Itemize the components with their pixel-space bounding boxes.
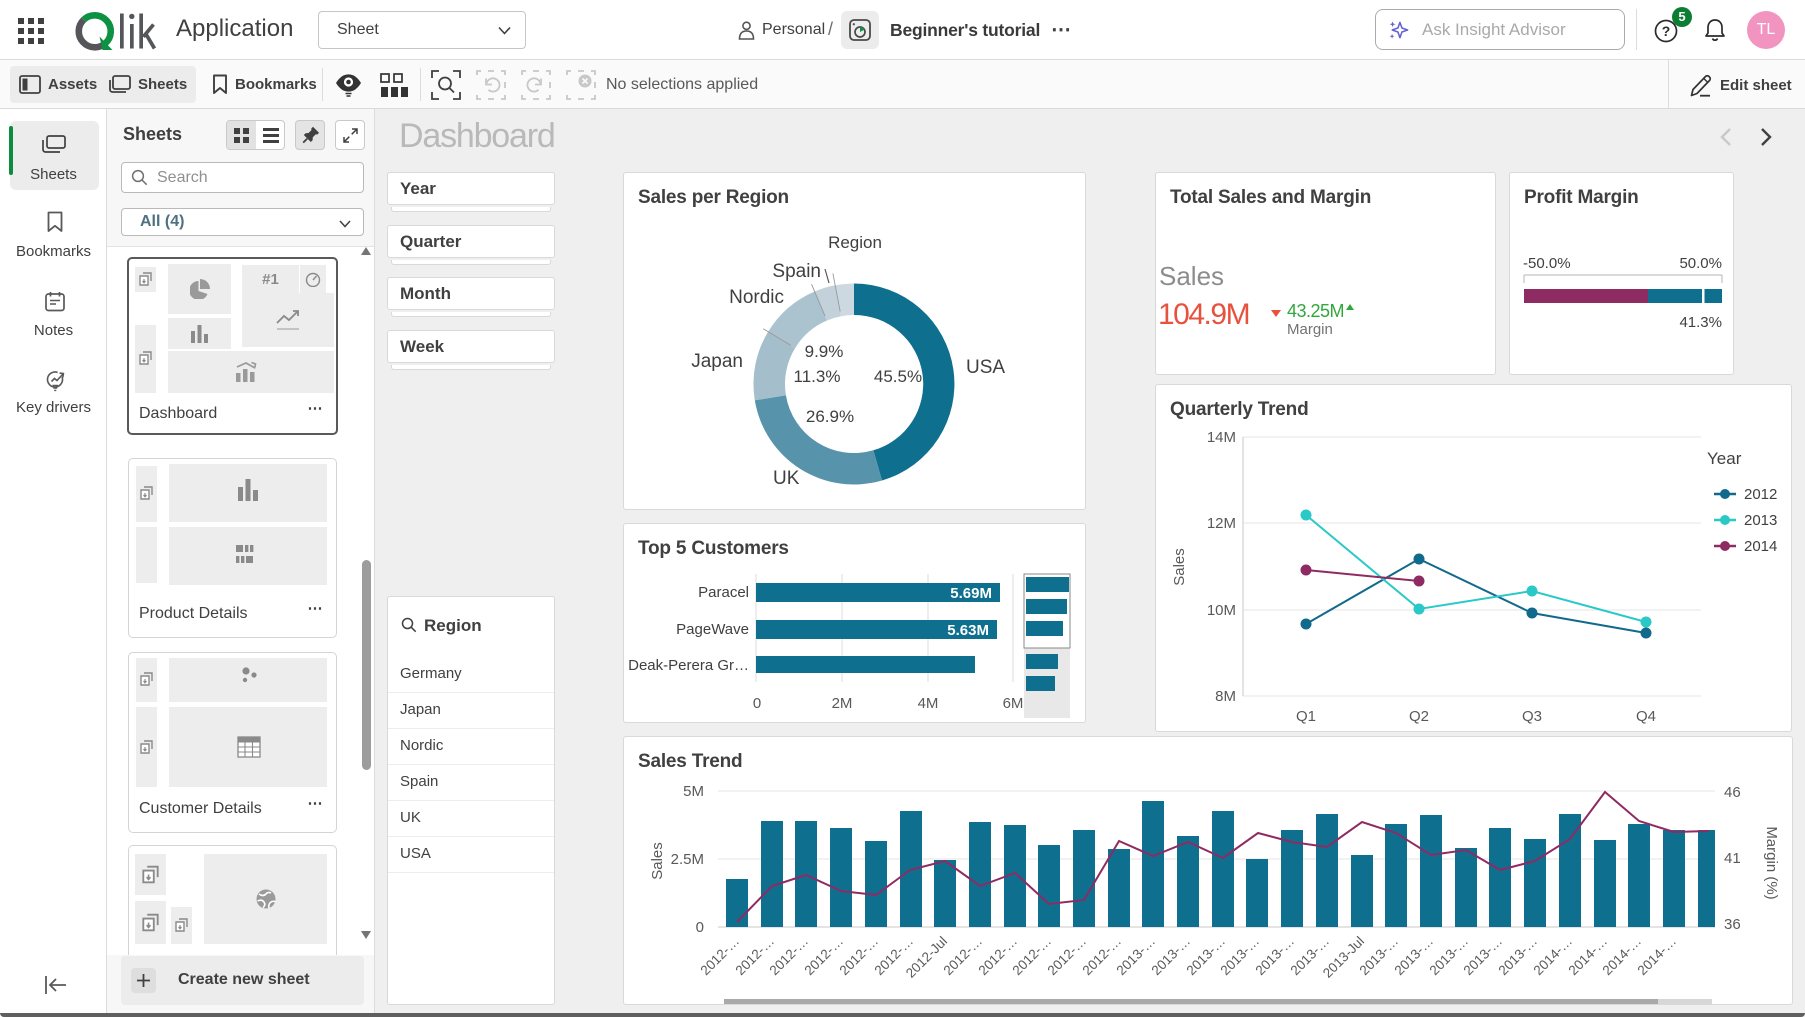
svg-text:Q2: Q2 [1409, 708, 1429, 725]
svg-text:0: 0 [696, 919, 704, 936]
svg-text:9.9%: 9.9% [805, 342, 844, 361]
svg-text:6M: 6M [1003, 695, 1024, 712]
svg-text:0: 0 [753, 695, 761, 712]
svg-text:2014-…: 2014-… [1635, 934, 1680, 979]
svg-text:10M: 10M [1207, 602, 1236, 619]
svg-text:Sales: Sales [649, 842, 666, 880]
svg-text:41.3%: 41.3% [1679, 314, 1722, 331]
svg-text:2M: 2M [832, 695, 853, 712]
svg-text:Japan: Japan [691, 351, 743, 372]
svg-text:41: 41 [1724, 850, 1741, 867]
svg-text:Q1: Q1 [1296, 708, 1316, 725]
svg-text:2012: 2012 [1744, 486, 1777, 503]
svg-text:Year: Year [1707, 449, 1742, 468]
svg-text:5M: 5M [683, 783, 704, 800]
svg-text:14M: 14M [1207, 429, 1236, 446]
svg-text:PageWave: PageWave [676, 621, 749, 638]
svg-text:12M: 12M [1207, 515, 1236, 532]
svg-text:UK: UK [773, 468, 800, 489]
svg-text:Nordic: Nordic [729, 287, 784, 308]
svg-text:46: 46 [1724, 784, 1741, 801]
svg-text:45.5%: 45.5% [874, 367, 922, 386]
svg-text:?: ? [1662, 23, 1671, 39]
svg-text:Spain: Spain [772, 261, 821, 282]
svg-text:Deak-Perera Gr…: Deak-Perera Gr… [628, 657, 749, 674]
svg-text:5.69M: 5.69M [950, 585, 992, 602]
svg-text:USA: USA [966, 357, 1005, 378]
svg-text:4M: 4M [918, 695, 939, 712]
svg-text:Margin (%): Margin (%) [1763, 826, 1780, 899]
svg-text:36: 36 [1724, 916, 1741, 933]
svg-text:50.0%: 50.0% [1679, 255, 1722, 272]
svg-text:2.5M: 2.5M [671, 851, 704, 868]
svg-text:26.9%: 26.9% [806, 407, 854, 426]
svg-text:2014: 2014 [1744, 538, 1777, 555]
svg-text:Q4: Q4 [1636, 708, 1656, 725]
svg-text:Region: Region [828, 233, 882, 252]
svg-text:Q3: Q3 [1522, 708, 1542, 725]
svg-text:2013: 2013 [1744, 512, 1777, 529]
svg-text:11.3%: 11.3% [794, 367, 841, 386]
svg-text:5.63M: 5.63M [947, 622, 989, 639]
svg-text:8M: 8M [1215, 688, 1236, 705]
svg-text:Paracel: Paracel [698, 584, 749, 601]
svg-text:-50.0%: -50.0% [1523, 255, 1571, 272]
svg-text:Sales: Sales [1171, 548, 1188, 586]
